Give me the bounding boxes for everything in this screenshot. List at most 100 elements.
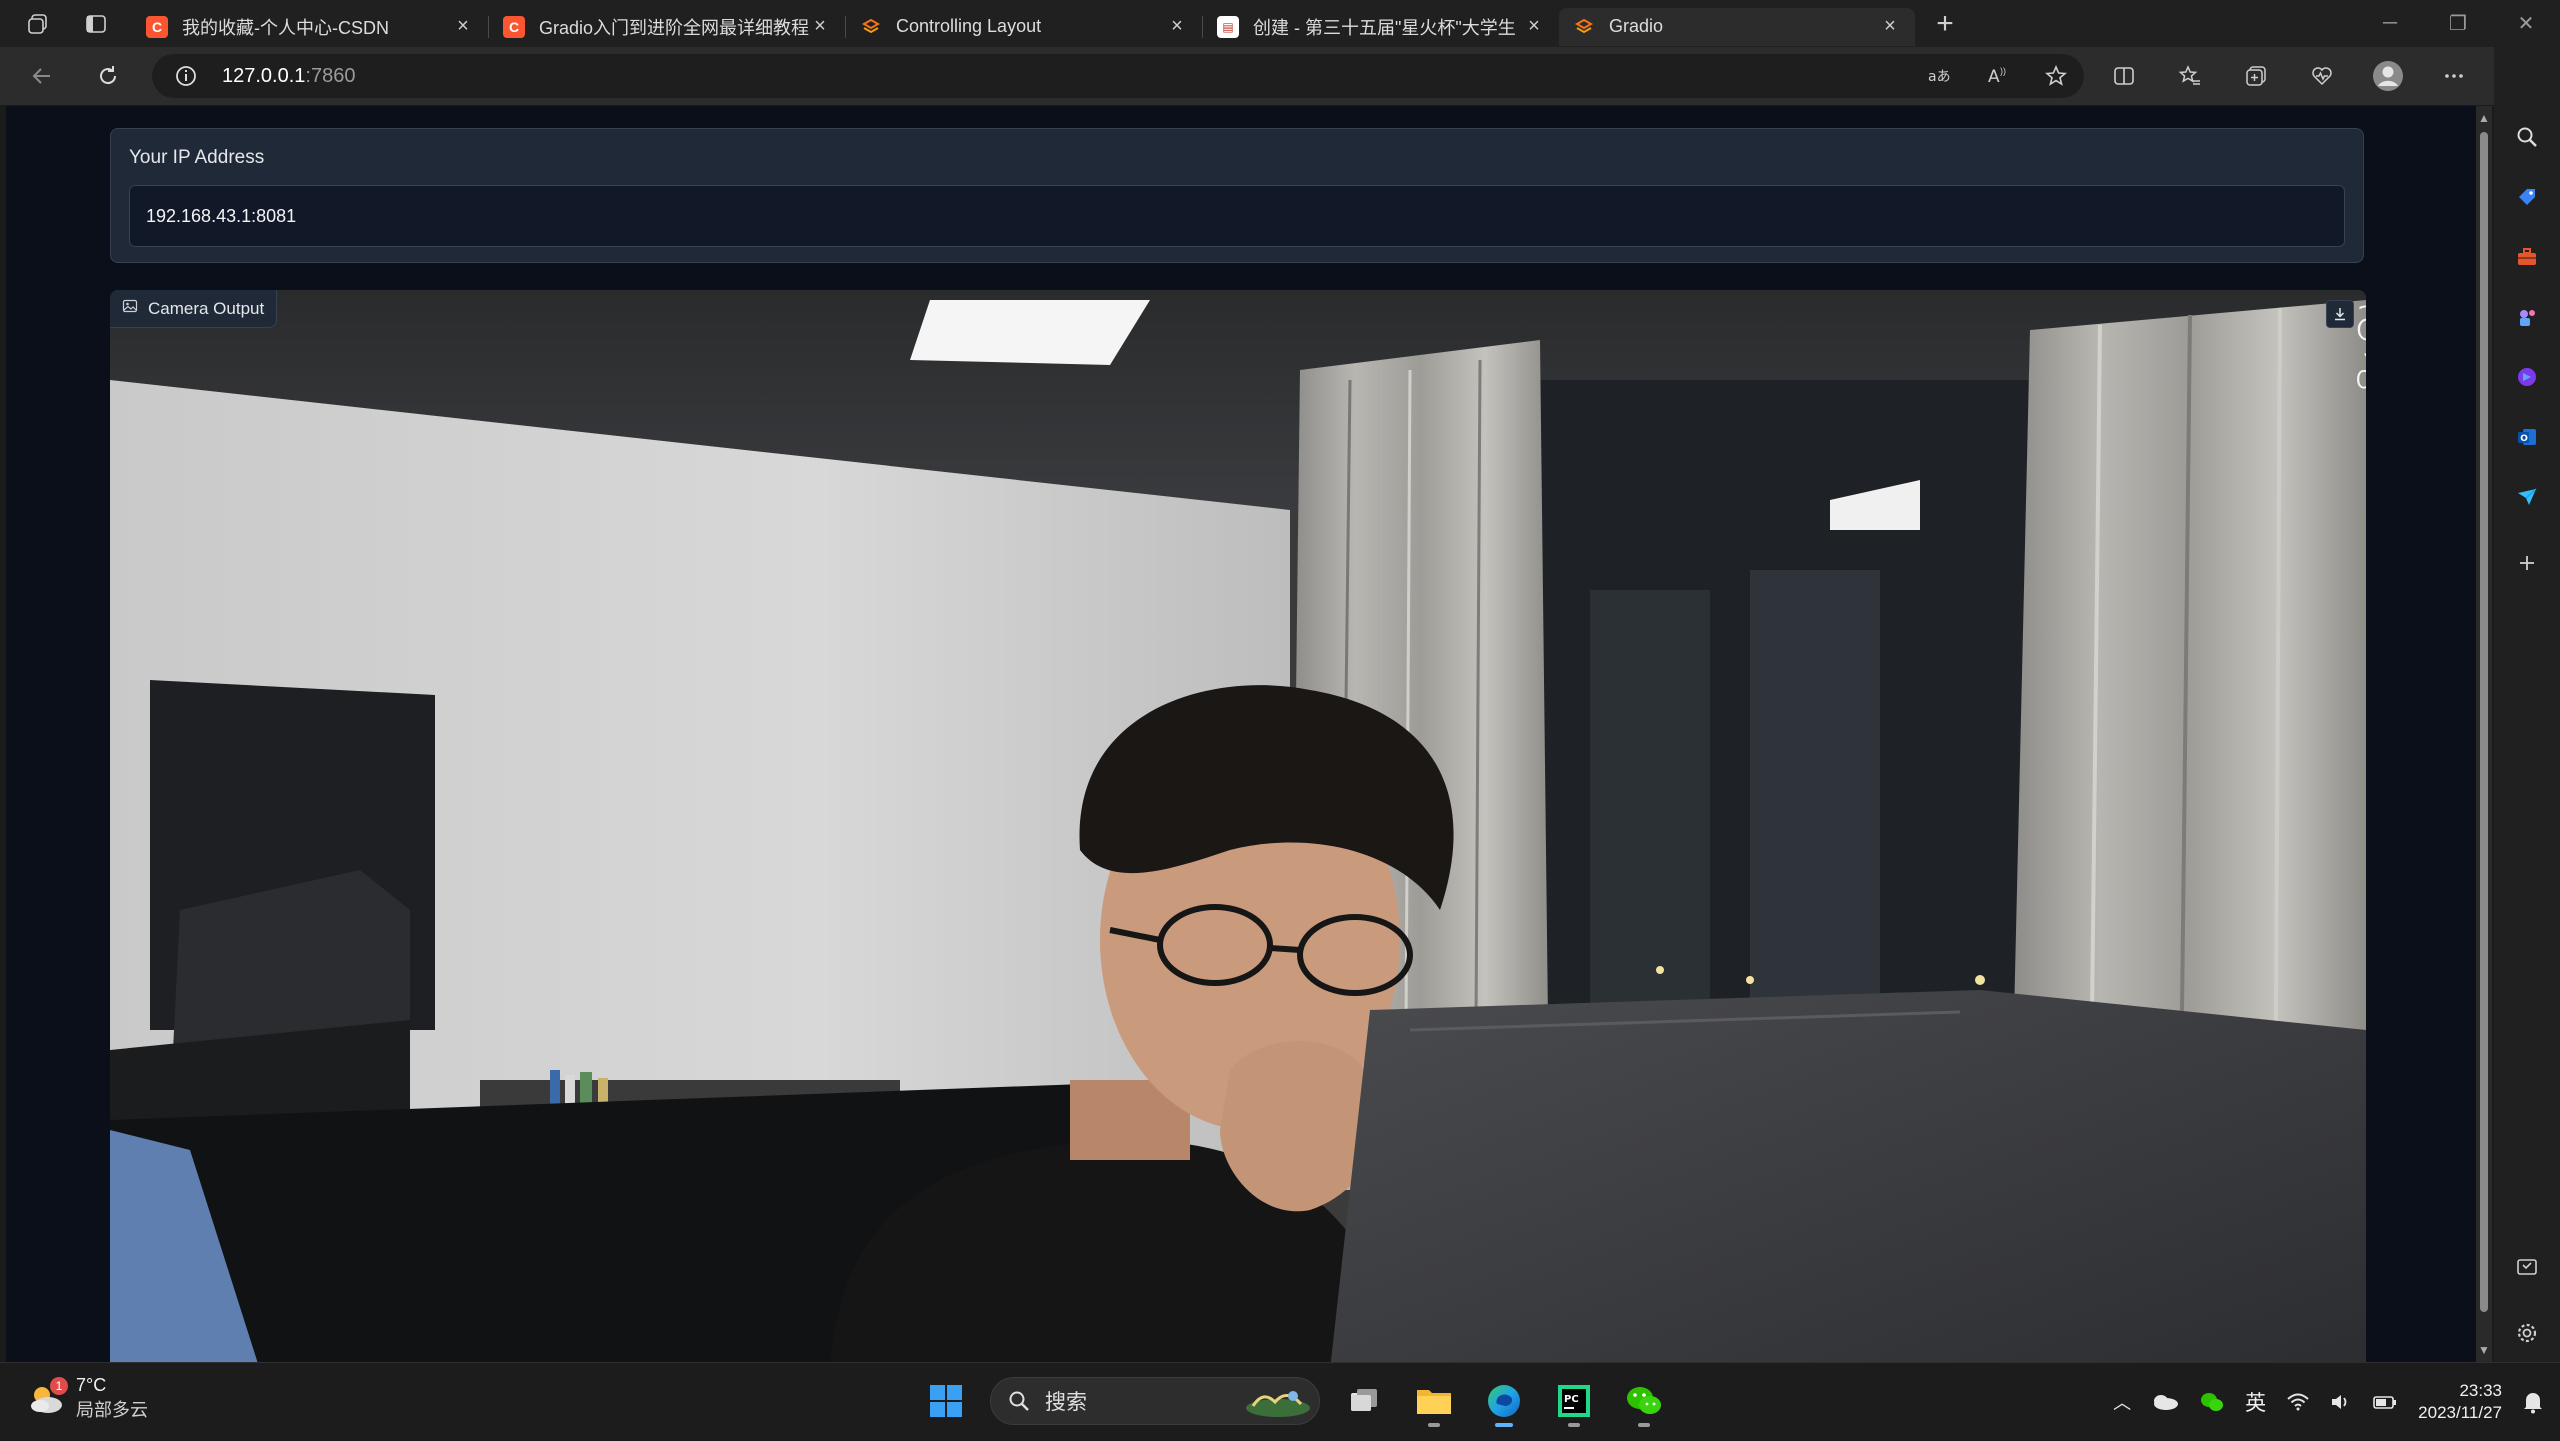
tab-xinghuobei[interactable]: ▤ 创建 - 第三十五届"星火杯"大学生 ×	[1203, 8, 1559, 46]
back-button[interactable]	[18, 52, 66, 100]
site-info-icon[interactable]	[164, 54, 208, 98]
doc-icon: ▤	[1217, 15, 1239, 38]
workspaces-icon[interactable]	[16, 2, 60, 46]
sidebar-outlook-icon[interactable]: O	[2507, 417, 2547, 457]
wechat-button[interactable]	[1618, 1373, 1670, 1429]
weather-temperature: 7°C	[76, 1375, 107, 1395]
taskbar-clock[interactable]: 23:33 2023/11/27	[2418, 1380, 2502, 1424]
weather-condition: 局部多云	[76, 1400, 148, 1420]
close-tab-icon[interactable]: ×	[1523, 15, 1545, 38]
task-view-button[interactable]	[1338, 1373, 1390, 1429]
folder-icon	[1417, 1390, 1451, 1414]
sidebar-settings-icon[interactable]	[2507, 1313, 2547, 1353]
scrollbar-thumb[interactable]	[2480, 132, 2488, 1312]
sidebar-drop-icon[interactable]	[2507, 477, 2547, 517]
wechat-tray-icon[interactable]	[2199, 1391, 2225, 1413]
taskbar-center: 搜索 PC	[920, 1373, 1670, 1429]
osd-battery: BAT:43%	[2354, 345, 2366, 399]
sidebar-search-icon[interactable]	[2507, 117, 2547, 157]
onedrive-icon[interactable]	[2151, 1392, 2179, 1412]
sidebar-add-icon[interactable]	[2507, 543, 2547, 583]
ip-address-value: 192.168.43.1:8081	[146, 205, 297, 226]
collections-icon[interactable]	[2232, 52, 2280, 100]
active-indicator	[1495, 1423, 1513, 1427]
file-explorer-button[interactable]	[1408, 1373, 1460, 1429]
svg-text:aあ: aあ	[1928, 69, 1951, 85]
pycharm-button[interactable]: PC	[1548, 1373, 1600, 1429]
browser-essentials-icon[interactable]	[2298, 52, 2346, 100]
gradio-icon	[860, 16, 882, 38]
running-indicator	[1568, 1423, 1580, 1427]
tab-gradio-tutorial[interactable]: C Gradio入门到进阶全网最详细教程 ×	[489, 8, 845, 46]
battery-icon[interactable]	[2372, 1392, 2398, 1412]
browser-toolbar-actions	[2100, 52, 2544, 100]
svg-text:O: O	[2520, 434, 2528, 444]
edge-icon	[1488, 1385, 1520, 1417]
close-tab-icon[interactable]: ×	[809, 15, 831, 38]
start-button[interactable]	[920, 1373, 972, 1429]
windows-taskbar: 1 7°C 局部多云 搜索 PC ︿ 英 23:33 2023/11/27	[0, 1362, 2560, 1440]
pycharm-icon: PC	[1558, 1385, 1590, 1417]
address-bar[interactable]: 127.0.0.1:7860 aあ A))	[152, 54, 2084, 98]
address-bar-actions: aあ A))	[1920, 54, 2076, 98]
ip-address-block: Your IP Address 192.168.43.1:8081	[110, 128, 2364, 263]
camera-output-image: Camera Output	[110, 290, 2366, 1362]
weather-cloud-icon: 1	[26, 1376, 68, 1419]
weather-widget[interactable]: 1 7°C 局部多云	[26, 1375, 148, 1422]
tab-controlling-layout[interactable]: Controlling Layout ×	[846, 8, 1202, 46]
minimize-icon[interactable]: ─	[2356, 0, 2424, 47]
split-screen-icon[interactable]	[2100, 52, 2148, 100]
sidebar-games-icon[interactable]	[2507, 297, 2547, 337]
sidebar-copilot-icon[interactable]	[2507, 357, 2547, 397]
close-tab-icon[interactable]: ×	[1166, 15, 1188, 38]
notification-bell-icon[interactable]	[2522, 1390, 2544, 1414]
maximize-icon[interactable]: ❐	[2424, 0, 2492, 47]
tray-overflow-icon[interactable]: ︿	[2113, 1389, 2131, 1415]
volume-icon[interactable]	[2330, 1392, 2352, 1412]
tab-gradio[interactable]: Gradio ×	[1559, 7, 1915, 46]
close-window-icon[interactable]: ✕	[2492, 0, 2560, 47]
edge-button[interactable]	[1478, 1373, 1530, 1429]
read-aloud-icon[interactable]: A))	[1978, 56, 2018, 96]
browser-tab-strip: C 我的收藏-个人中心-CSDN × C Gradio入门到进阶全网最详细教程 …	[0, 0, 2560, 47]
running-indicator	[1428, 1423, 1440, 1427]
camera-osd-overlay: 2023-11-27 23:33:50.66 BAT:43%	[2354, 297, 2366, 399]
tab-actions-icon[interactable]	[74, 2, 118, 46]
profile-avatar[interactable]	[2364, 52, 2412, 100]
ime-indicator[interactable]: 英	[2245, 1387, 2266, 1417]
task-view-icon	[1351, 1389, 1377, 1411]
taskbar-search[interactable]: 搜索	[990, 1377, 1320, 1425]
download-button[interactable]	[2326, 300, 2354, 328]
ip-address-field[interactable]: 192.168.43.1:8081	[129, 185, 2345, 247]
tab-csdn-favorites[interactable]: C 我的收藏-个人中心-CSDN ×	[132, 8, 488, 46]
sidebar-tools-icon[interactable]	[2507, 237, 2547, 277]
more-menu-icon[interactable]	[2430, 52, 2478, 100]
close-tab-icon[interactable]: ×	[452, 15, 474, 38]
search-highlight-icon	[1246, 1391, 1310, 1417]
new-tab-button[interactable]: +	[1923, 2, 1967, 46]
svg-text:A: A	[1988, 67, 2000, 87]
csdn-icon: C	[503, 15, 525, 38]
svg-text:PC: PC	[1564, 1394, 1579, 1405]
wechat-icon	[1627, 1387, 1661, 1414]
translate-icon[interactable]: aあ	[1920, 56, 1960, 96]
page-scrollbar[interactable]: ▲ ▼	[2476, 106, 2492, 1362]
favorite-star-icon[interactable]	[2036, 56, 2076, 96]
url-text: 127.0.0.1:7860	[222, 65, 355, 88]
refresh-button[interactable]	[84, 52, 132, 100]
running-indicator	[1638, 1423, 1650, 1427]
camera-output-label: Camera Output	[110, 290, 278, 328]
image-icon	[122, 298, 138, 319]
scroll-up-icon[interactable]: ▲	[2478, 112, 2490, 124]
camera-frame	[110, 290, 2366, 1362]
url-host: 127.0.0.1	[222, 64, 306, 87]
favorites-icon[interactable]	[2166, 52, 2214, 100]
system-tray: ︿ 英 23:33 2023/11/27	[2113, 1363, 2544, 1441]
wifi-icon[interactable]	[2286, 1392, 2310, 1412]
scroll-down-icon[interactable]: ▼	[2478, 1344, 2490, 1356]
svg-text:)): ))	[2000, 66, 2006, 76]
clock-time: 23:33	[2459, 1381, 2502, 1400]
sidebar-shopping-icon[interactable]	[2507, 177, 2547, 217]
sidebar-screenshot-icon[interactable]	[2507, 1247, 2547, 1287]
close-tab-icon[interactable]: ×	[1879, 15, 1901, 38]
